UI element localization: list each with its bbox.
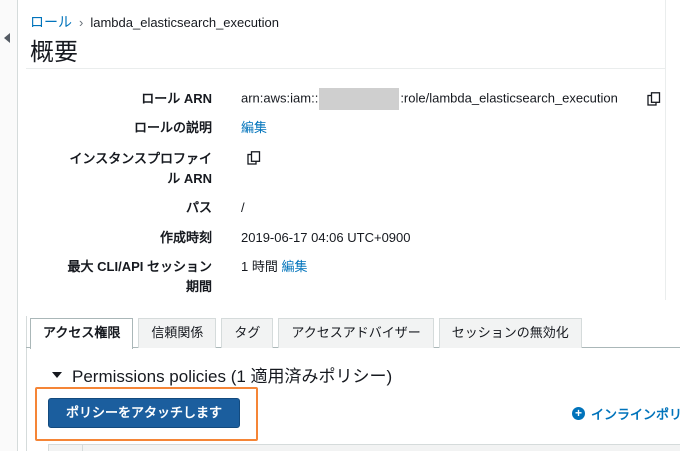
role-description-value: 編集 — [241, 118, 267, 138]
add-inline-policy-link[interactable]: + インラインポリ — [572, 404, 680, 423]
copy-icon[interactable] — [647, 92, 661, 106]
tab-trust-relationships[interactable]: 信頼関係 — [138, 318, 217, 348]
tab-tags[interactable]: タグ — [221, 318, 274, 348]
breadcrumb: ロール › lambda_elasticsearch_execution — [30, 12, 279, 32]
plus-circle-icon: + — [572, 407, 585, 420]
breadcrumb-roles-link[interactable]: ロール — [30, 12, 72, 32]
creation-time-label: 作成時刻 — [159, 230, 212, 245]
max-session-label: 最大 CLI/API セッション 期間 — [32, 257, 212, 297]
breadcrumb-current: lambda_elasticsearch_execution — [90, 14, 279, 30]
instance-profile-label-line1: インスタンスプロファイ — [69, 151, 212, 166]
page-title: 概要 — [30, 39, 78, 66]
role-arn-suffix: :role/lambda_elasticsearch_execution — [400, 90, 618, 106]
permissions-policies-title: Permissions policies (1 適用済みポリシー) — [72, 367, 393, 386]
tab-revoke-sessions[interactable]: セッションの無効化 — [438, 318, 582, 348]
path-value: / — [241, 200, 245, 215]
permissions-policies-header[interactable]: Permissions policies (1 適用済みポリシー) — [52, 362, 392, 387]
policies-table-column-divider — [82, 444, 83, 451]
role-arn-value: arn:aws:iam:::role/lambda_elasticsearch_… — [241, 88, 618, 110]
role-arn-label: ロール ARN — [141, 91, 212, 106]
tab-access-advisor[interactable]: アクセスアドバイザー — [278, 318, 434, 348]
breadcrumb-separator: › — [79, 14, 84, 30]
max-session-value: 1 時間 編集 — [241, 257, 307, 277]
policies-table-header — [48, 444, 680, 451]
left-navigation-rail — [0, 0, 18, 451]
tab-permissions[interactable]: アクセス権限 — [30, 318, 134, 349]
copy-icon[interactable] — [247, 151, 261, 165]
masked-account-id — [319, 88, 400, 110]
role-arn-prefix: arn:aws:iam:: — [241, 90, 319, 106]
title-divider — [26, 68, 666, 69]
role-description-edit-link[interactable]: 編集 — [241, 120, 267, 135]
attach-policies-button[interactable]: ポリシーをアタッチします — [48, 398, 240, 428]
caret-down-icon — [52, 371, 62, 378]
max-session-duration: 1 時間 — [241, 259, 278, 274]
role-description-label: ロールの説明 — [133, 120, 212, 135]
path-label: パス — [185, 200, 212, 215]
content-right-border — [665, 0, 666, 300]
collapse-left-icon[interactable] — [4, 33, 10, 43]
tab-strip: アクセス権限 信頼関係 タグ アクセスアドバイザー セッションの無効化 — [30, 318, 582, 349]
add-inline-policy-label: インラインポリ — [591, 407, 680, 422]
instance-profile-label-line2: ル ARN — [167, 171, 212, 186]
max-session-label-line1: 最大 CLI/API セッション — [67, 259, 212, 274]
instance-profile-arn-label: インスタンスプロファイ ル ARN — [32, 149, 212, 189]
creation-time-value: 2019-06-17 04:06 UTC+0900 — [241, 230, 411, 245]
max-session-label-line2: 期間 — [185, 279, 212, 294]
max-session-edit-link[interactable]: 編集 — [281, 259, 307, 274]
